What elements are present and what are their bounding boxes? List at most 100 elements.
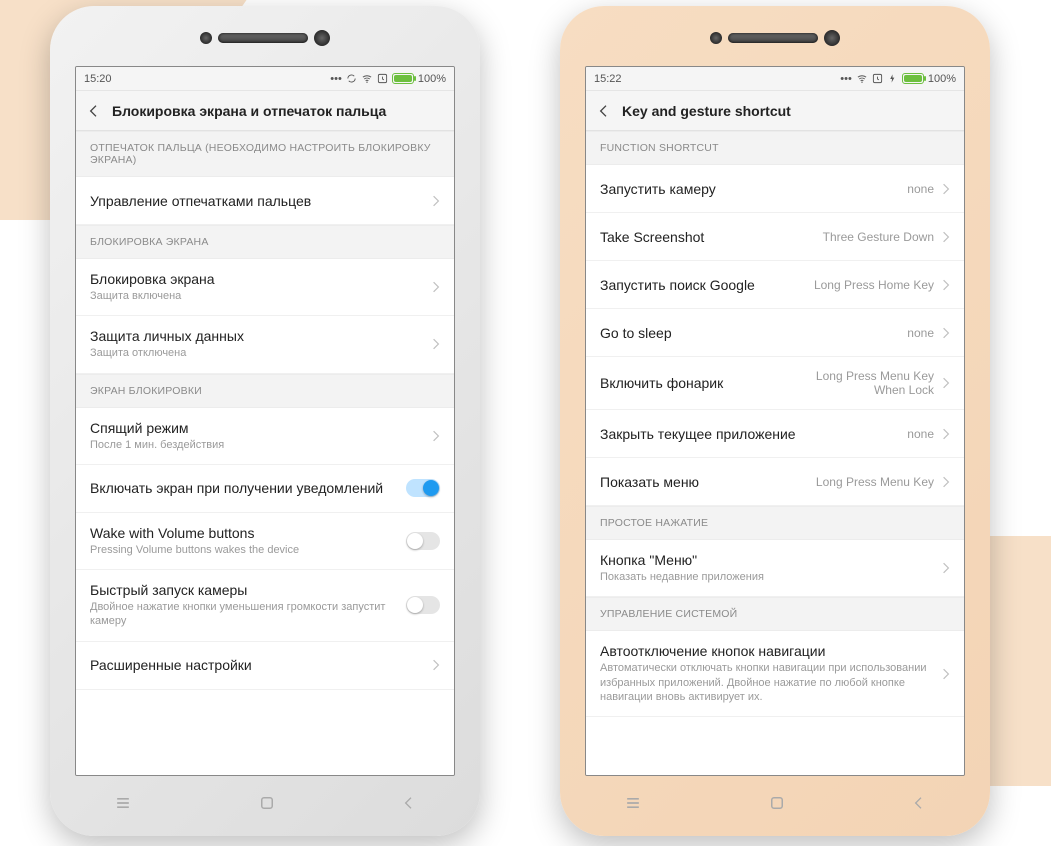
- row-title: Take Screenshot: [600, 229, 823, 245]
- settings-row[interactable]: Запустить камеруnone: [586, 165, 964, 213]
- row-labels: Показать меню: [600, 474, 816, 490]
- row-labels: Запустить поиск Google: [600, 277, 814, 293]
- phone-left: 15:20 ••• 100% Блокировка экрана и отпеч…: [50, 6, 480, 836]
- row-title: Показать меню: [600, 474, 816, 490]
- home-softkey-icon[interactable]: [258, 794, 276, 812]
- battery-icon: [392, 73, 414, 84]
- section-header: УПРАВЛЕНИЕ СИСТЕМОЙ: [586, 597, 964, 631]
- status-icons: ••• 100%: [330, 73, 446, 85]
- menu-softkey-icon[interactable]: [623, 793, 643, 813]
- settings-row[interactable]: Быстрый запуск камеры Двойное нажатие кно…: [76, 570, 454, 642]
- settings-row[interactable]: Автоотключение кнопок навигацииАвтоматич…: [586, 631, 964, 717]
- toggle-switch[interactable]: [406, 532, 440, 550]
- status-bar: 15:22 ••• 100%: [586, 67, 964, 91]
- row-labels: Расширенные настройки: [90, 657, 424, 673]
- front-camera-icon: [314, 30, 330, 46]
- row-title: Закрыть текущее приложение: [600, 426, 907, 442]
- row-title: Управление отпечатками пальцев: [90, 193, 424, 209]
- row-labels: Быстрый запуск камеры Двойное нажатие кно…: [90, 582, 406, 629]
- clock-icon: [377, 73, 388, 84]
- phone-right: 15:22 ••• 100% Key and gesture shortcut …: [560, 6, 990, 836]
- row-value: none: [907, 326, 934, 340]
- section-header: ПРОСТОЕ НАЖАТИЕ: [586, 506, 964, 540]
- chevron-right-icon: [942, 183, 950, 195]
- row-labels: Кнопка "Меню"Показать недавние приложени…: [600, 552, 934, 584]
- row-labels: Включить фонарик: [600, 375, 784, 391]
- row-labels: Включать экран при получении уведомлений: [90, 480, 406, 496]
- row-value: Long Press Menu Key When Lock: [784, 369, 934, 397]
- home-softkey-icon[interactable]: [768, 794, 786, 812]
- status-battery-pct: 100%: [928, 73, 956, 85]
- section-header: БЛОКИРОВКА ЭКРАНА: [76, 225, 454, 259]
- settings-row[interactable]: Показать менюLong Press Menu Key: [586, 458, 964, 506]
- chevron-right-icon: [432, 281, 440, 293]
- speaker-grill-icon: [728, 33, 818, 43]
- settings-row[interactable]: Спящий режимПосле 1 мин. бездействия: [76, 408, 454, 465]
- row-value: Long Press Menu Key: [816, 475, 934, 489]
- page-title: Блокировка экрана и отпечаток пальца: [112, 103, 386, 119]
- row-title: Запустить поиск Google: [600, 277, 814, 293]
- row-title: Включить фонарик: [600, 375, 784, 391]
- back-softkey-icon[interactable]: [401, 795, 417, 811]
- back-icon[interactable]: [86, 103, 102, 119]
- menu-softkey-icon[interactable]: [113, 793, 133, 813]
- section-header: ОТПЕЧАТОК ПАЛЬЦА (НЕОБХОДИМО НАСТРОИТЬ Б…: [76, 131, 454, 177]
- settings-list-left: ОТПЕЧАТОК ПАЛЬЦА (НЕОБХОДИМО НАСТРОИТЬ Б…: [76, 131, 454, 775]
- row-title: Включать экран при получении уведомлений: [90, 480, 406, 496]
- title-bar: Блокировка экрана и отпечаток пальца: [76, 91, 454, 131]
- settings-row[interactable]: Go to sleepnone: [586, 309, 964, 357]
- back-softkey-icon[interactable]: [911, 795, 927, 811]
- settings-row[interactable]: Закрыть текущее приложениеnone: [586, 410, 964, 458]
- status-bar: 15:20 ••• 100%: [76, 67, 454, 91]
- toggle-switch[interactable]: [406, 479, 440, 497]
- section-header: FUNCTION SHORTCUT: [586, 131, 964, 165]
- back-icon[interactable]: [596, 103, 612, 119]
- row-labels: Управление отпечатками пальцев: [90, 193, 424, 209]
- chevron-right-icon: [942, 476, 950, 488]
- row-value: Long Press Home Key: [814, 278, 934, 292]
- more-icon: •••: [840, 73, 852, 85]
- settings-row[interactable]: Расширенные настройки: [76, 642, 454, 690]
- settings-row[interactable]: Управление отпечатками пальцев: [76, 177, 454, 225]
- row-value: none: [907, 182, 934, 196]
- settings-row[interactable]: Кнопка "Меню"Показать недавние приложени…: [586, 540, 964, 597]
- status-time: 15:20: [84, 73, 112, 85]
- settings-row[interactable]: Wake with Volume buttonsPressing Volume …: [76, 513, 454, 570]
- row-subtitle: Pressing Volume buttons wakes the device: [90, 543, 406, 557]
- row-title: Быстрый запуск камеры: [90, 582, 406, 598]
- sync-icon: [346, 73, 357, 84]
- chevron-right-icon: [942, 668, 950, 680]
- chevron-right-icon: [942, 327, 950, 339]
- row-title: Защита личных данных: [90, 328, 424, 344]
- clock-icon: [872, 73, 883, 84]
- chevron-right-icon: [432, 659, 440, 671]
- chevron-right-icon: [432, 195, 440, 207]
- row-subtitle: Двойное нажатие кнопки уменьшения громко…: [90, 600, 406, 629]
- sensor-dot-icon: [710, 32, 722, 44]
- settings-row[interactable]: Включать экран при получении уведомлений: [76, 465, 454, 513]
- soft-keys: [560, 788, 990, 818]
- front-camera-icon: [824, 30, 840, 46]
- row-subtitle: Защита включена: [90, 289, 424, 303]
- row-title: Автоотключение кнопок навигации: [600, 643, 934, 659]
- phone-earpiece: [50, 30, 480, 46]
- settings-row[interactable]: Запустить поиск GoogleLong Press Home Ke…: [586, 261, 964, 309]
- toggle-switch[interactable]: [406, 596, 440, 614]
- row-title: Запустить камеру: [600, 181, 907, 197]
- wifi-icon: [856, 73, 868, 84]
- battery-icon: [902, 73, 924, 84]
- row-subtitle: Показать недавние приложения: [600, 570, 934, 584]
- phone-mockups-container: 15:20 ••• 100% Блокировка экрана и отпеч…: [0, 0, 1051, 842]
- row-title: Спящий режим: [90, 420, 424, 436]
- settings-row[interactable]: Включить фонарикLong Press Menu Key When…: [586, 357, 964, 410]
- chevron-right-icon: [942, 377, 950, 389]
- row-labels: Go to sleep: [600, 325, 907, 341]
- settings-row[interactable]: Защита личных данныхЗащита отключена: [76, 316, 454, 373]
- row-labels: Закрыть текущее приложение: [600, 426, 907, 442]
- page-title: Key and gesture shortcut: [622, 103, 791, 119]
- soft-keys: [50, 788, 480, 818]
- settings-row[interactable]: Блокировка экранаЗащита включена: [76, 259, 454, 316]
- sensor-dot-icon: [200, 32, 212, 44]
- row-labels: Автоотключение кнопок навигацииАвтоматич…: [600, 643, 934, 704]
- settings-row[interactable]: Take ScreenshotThree Gesture Down: [586, 213, 964, 261]
